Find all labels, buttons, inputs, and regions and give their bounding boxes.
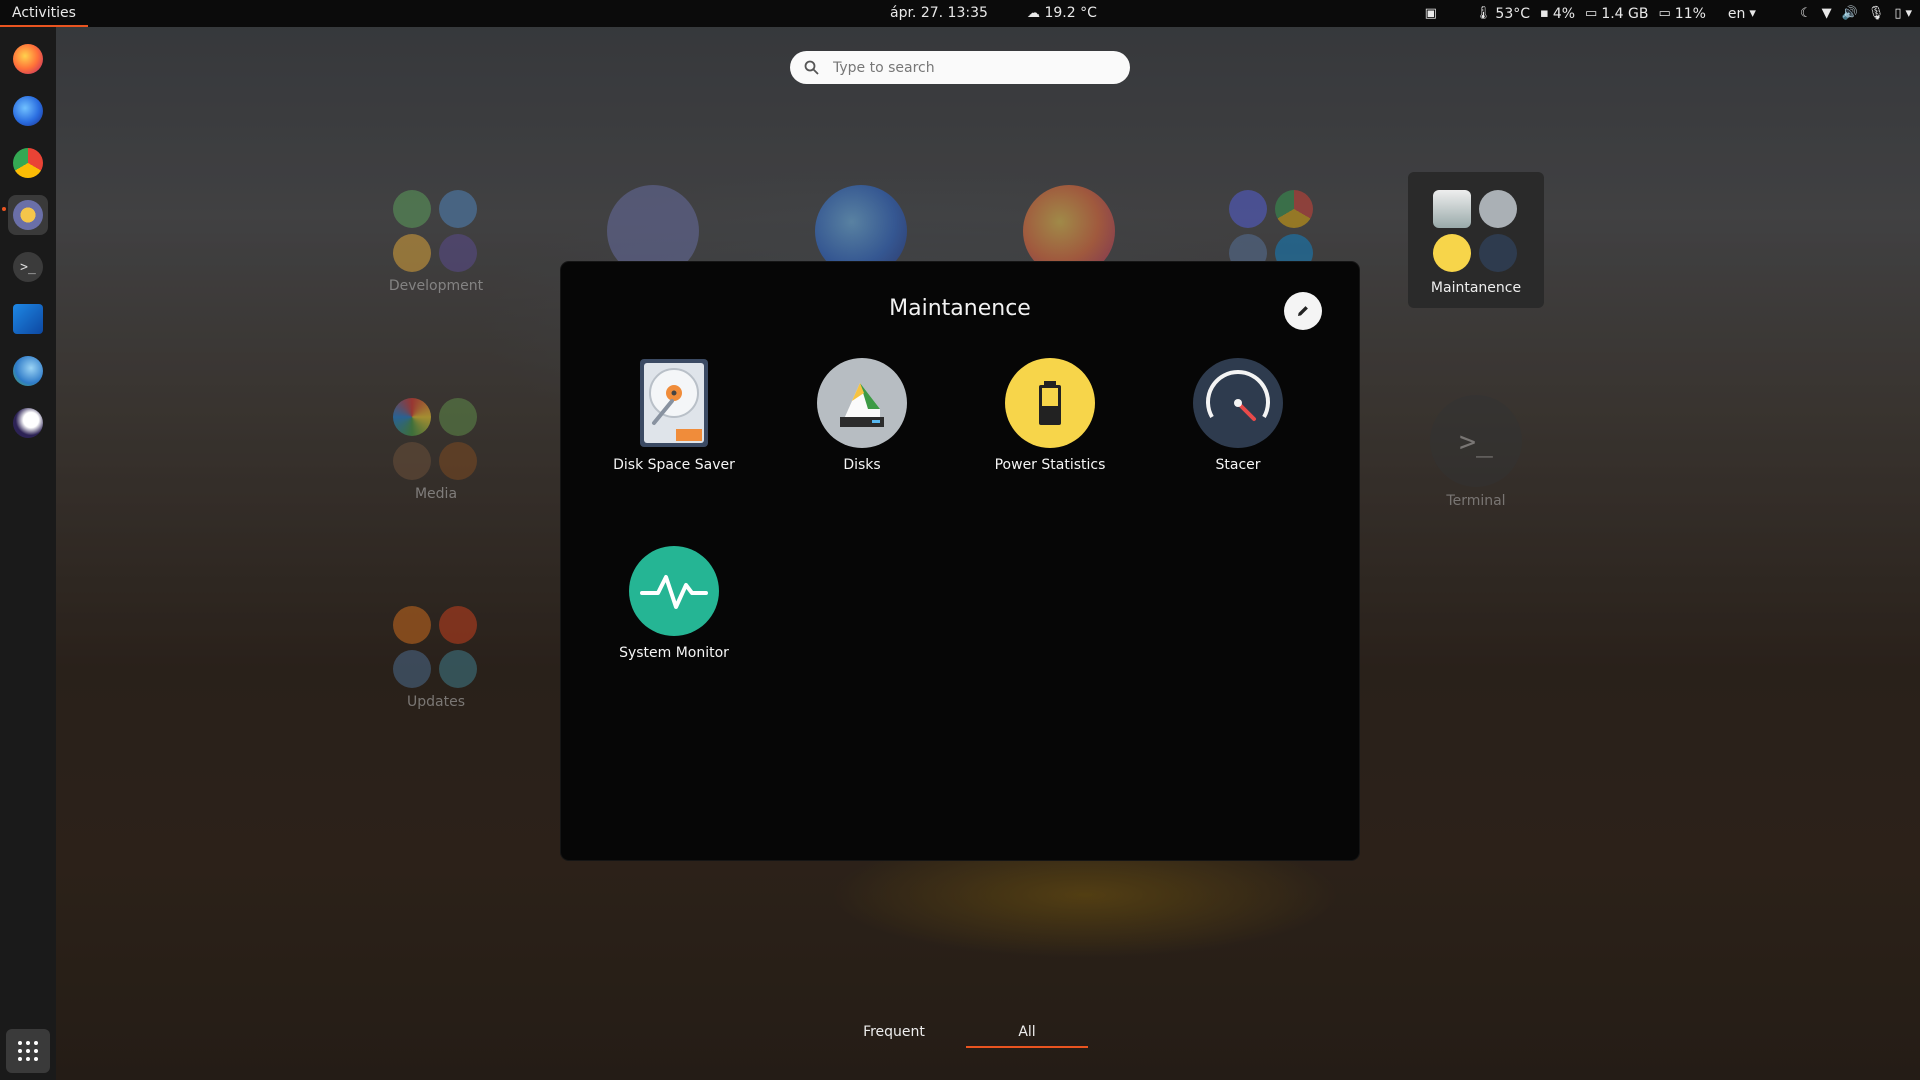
dock-eclipse[interactable]: [8, 403, 48, 443]
volume-indicator[interactable]: 🔊: [1842, 7, 1858, 20]
disk-saver-mini-icon: [1433, 190, 1471, 228]
weather-indicator[interactable]: ☁ 19.2 °C: [1027, 0, 1097, 27]
language-indicator[interactable]: en ▾: [1728, 6, 1756, 22]
tab-frequent[interactable]: Frequent: [840, 1018, 948, 1048]
hard-drive-icon: [628, 357, 720, 449]
show-applications-button[interactable]: [6, 1029, 50, 1073]
vscode-icon: [13, 304, 43, 334]
dock-vscode[interactable]: [8, 299, 48, 339]
firefox-icon: [13, 44, 43, 74]
microphone-icon: 🎙: [1867, 6, 1885, 21]
app-disk-space-saver[interactable]: Disk Space Saver: [599, 357, 749, 473]
folder-media[interactable]: Media: [386, 398, 486, 502]
cloud-icon: ☁: [1027, 6, 1040, 21]
memory-indicator[interactable]: ▭ 1.4 GB: [1585, 6, 1648, 22]
battery-icon: ▯: [1894, 6, 1902, 21]
disks-icon: [816, 357, 908, 449]
folder-icon: [13, 200, 43, 230]
terminal-icon: >_: [1430, 395, 1522, 487]
folder-label: Media: [414, 486, 458, 502]
microphone-indicator[interactable]: 🎙: [1868, 7, 1885, 20]
folder-label: Updates: [407, 694, 465, 710]
clock[interactable]: ápr. 27. 13:35: [890, 0, 988, 27]
folder-internet-bg[interactable]: [1222, 190, 1322, 272]
folder-label: Maintanence: [1430, 280, 1522, 296]
firefox-developer-icon: [13, 96, 43, 126]
disk-icon: ▪: [1540, 6, 1549, 21]
app-system-monitor[interactable]: System Monitor: [599, 545, 749, 661]
swap-value: 11%: [1674, 5, 1706, 22]
app-disks[interactable]: Disks: [787, 357, 937, 473]
disk-value: 4%: [1552, 5, 1576, 22]
app-label: System Monitor: [619, 645, 729, 661]
system-tray: ▣ 🌡 53°C ▪ 4% ▭ 1.4 GB ▭ 11% en ▾ ☾ ▼ 🔊 🎙 ▯ ▾: [1425, 0, 1912, 27]
tab-all[interactable]: All: [966, 1018, 1088, 1048]
search-icon: [804, 60, 819, 75]
app-terminal-bg[interactable]: >_ Terminal: [1426, 395, 1526, 509]
swap-icon: ▭: [1658, 6, 1671, 21]
memory-value: 1.4 GB: [1601, 5, 1649, 22]
app-label: Stacer: [1215, 457, 1261, 473]
disks-mini-icon: [1479, 190, 1517, 228]
grid-icon: [18, 1041, 38, 1061]
dock-terminal[interactable]: >_: [8, 247, 48, 287]
camera-icon: ▣: [1424, 6, 1437, 21]
app-label: Disk Space Saver: [613, 457, 735, 473]
dock-firefox[interactable]: [8, 39, 48, 79]
disk-indicator[interactable]: ▪ 4%: [1540, 6, 1575, 22]
app-label: Disks: [843, 457, 881, 473]
wifi-indicator[interactable]: ▼: [1822, 7, 1832, 20]
folder-development[interactable]: Development: [386, 190, 486, 294]
cpu-temp-indicator[interactable]: 🌡 53°C: [1475, 6, 1530, 22]
dock-files[interactable]: [8, 195, 48, 235]
speaker-icon: 🔊: [1841, 6, 1858, 21]
view-tabs: Frequent All: [840, 1018, 1088, 1048]
battery-mini-icon: [1433, 234, 1471, 272]
rename-folder-button[interactable]: [1284, 292, 1322, 330]
app-label: Terminal: [1446, 493, 1506, 509]
pencil-icon: [1298, 306, 1308, 316]
night-light-indicator[interactable]: ☾: [1800, 7, 1812, 20]
dock-weather[interactable]: [8, 351, 48, 391]
folder-popup: Maintanence Disk Space Saver Disks Power…: [561, 262, 1359, 860]
search-box[interactable]: [790, 51, 1130, 84]
app-label: Power Statistics: [994, 457, 1106, 473]
battery-indicator[interactable]: ▯ ▾: [1894, 7, 1912, 20]
thermometer-icon: 🌡: [1474, 6, 1492, 21]
gauge-mini-icon: [1479, 234, 1517, 272]
swap-indicator[interactable]: ▭ 11%: [1659, 6, 1706, 22]
weather-temp: 19.2 °C: [1044, 5, 1097, 21]
chevron-down-icon: ▾: [1905, 6, 1912, 21]
chrome-icon: [13, 148, 43, 178]
moon-icon: ☾: [1799, 6, 1812, 21]
dock-firefox-dev[interactable]: [8, 91, 48, 131]
wifi-icon: ▼: [1821, 6, 1832, 21]
eclipse-icon: [13, 408, 43, 438]
activity-pulse-icon: [628, 545, 720, 637]
cpu-temp-value: 53°C: [1495, 5, 1530, 22]
language-value: en: [1727, 5, 1746, 22]
dock-chrome[interactable]: [8, 143, 48, 183]
activities-button[interactable]: Activities: [0, 0, 88, 27]
screenshot-indicator[interactable]: ▣: [1425, 7, 1437, 20]
battery-icon: [1004, 357, 1096, 449]
chevron-down-icon: ▾: [1749, 6, 1756, 21]
cloud-globe-icon: [13, 356, 43, 386]
folder-label: Development: [388, 278, 484, 294]
folder-maintanence[interactable]: Maintanence: [1408, 172, 1544, 308]
app-power-statistics[interactable]: Power Statistics: [975, 357, 1125, 473]
folder-title[interactable]: Maintanence: [561, 296, 1359, 321]
app-stacer[interactable]: Stacer: [1163, 357, 1313, 473]
speedometer-icon: [1192, 357, 1284, 449]
folder-updates[interactable]: Updates: [386, 606, 486, 710]
dock: >_: [0, 27, 56, 1080]
terminal-icon: >_: [13, 252, 43, 282]
top-bar: Activities ápr. 27. 13:35 ☁ 19.2 °C ▣ 🌡 5…: [0, 0, 1920, 27]
search-input[interactable]: [831, 58, 1105, 77]
memory-icon: ▭: [1585, 6, 1598, 21]
